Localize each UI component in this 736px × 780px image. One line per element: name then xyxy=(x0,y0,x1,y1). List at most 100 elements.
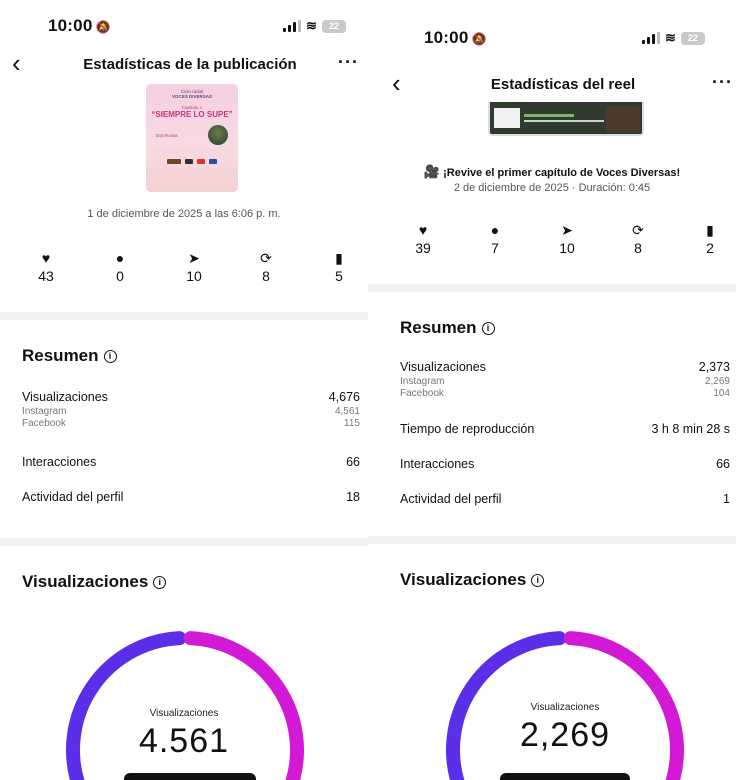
metric-share: ➤ 10 xyxy=(547,222,587,256)
sponsor-logo xyxy=(185,159,193,164)
wifi-icon: ≋ xyxy=(665,30,676,45)
sponsor-logo xyxy=(167,159,181,164)
bell-muted-icon: 🔕 xyxy=(95,20,111,34)
info-icon[interactable]: i xyxy=(103,350,117,363)
metric-value: 8 xyxy=(634,240,642,256)
reel-thumbnail[interactable] xyxy=(488,102,644,136)
thumbnail-headline: “SIEMPRE LO SUPE” xyxy=(151,110,233,119)
metric-bookmark: ▮ 2 xyxy=(690,222,730,256)
page-title: Estadísticas de la publicación xyxy=(83,56,297,73)
post-date: 1 de diciembre de 2025 a las 6:06 p. m. xyxy=(87,208,281,220)
signal-icon xyxy=(283,20,301,32)
gauge-value: 4.561 xyxy=(138,722,230,760)
metric-heart: ♥ 39 xyxy=(403,222,443,256)
signal-icon xyxy=(642,32,660,44)
profile-activity-label[interactable]: Actividad del perfil xyxy=(22,490,123,504)
metric-value: 2 xyxy=(706,240,714,256)
sponsor-logo xyxy=(209,159,217,164)
thumbnail-text xyxy=(524,114,574,117)
home-indicator xyxy=(124,773,256,780)
facebook-value: 104 xyxy=(713,388,730,399)
repost-icon: ⟳ xyxy=(260,250,272,266)
battery-icon: 22 xyxy=(321,19,346,33)
comment-icon: ● xyxy=(115,250,125,266)
views-label: Visualizaciones xyxy=(400,360,486,374)
more-options-button[interactable]: ··· xyxy=(338,52,359,73)
metric-bookmark: ▮ 5 xyxy=(319,250,359,284)
metric-value: 7 xyxy=(491,240,499,256)
share-icon: ➤ xyxy=(561,222,573,238)
section-divider xyxy=(368,536,736,544)
metric-comment: ● 0 xyxy=(100,250,140,284)
back-button[interactable]: ‹ xyxy=(12,50,21,76)
page-title: Estadísticas del reel xyxy=(490,76,636,93)
summary-title: Resumen i xyxy=(400,318,495,338)
metric-value: 5 xyxy=(335,268,343,284)
instagram-value: 4,561 xyxy=(334,406,360,417)
metric-value: 43 xyxy=(38,268,54,284)
status-icons: ≋ 22 xyxy=(642,30,705,46)
metric-value: 0 xyxy=(116,268,124,284)
instagram-label: Instagram xyxy=(400,376,445,387)
profile-activity-value: 18 xyxy=(346,490,360,504)
movie-camera-icon: 🎥 xyxy=(423,164,441,179)
facebook-label: Facebook xyxy=(400,388,444,399)
info-icon[interactable]: i xyxy=(153,576,167,589)
profile-activity-value: 1 xyxy=(723,492,730,506)
metric-share: ➤ 10 xyxy=(174,250,214,284)
post-thumbnail[interactable]: Ciclo radial VOCES DIVERSAS Capítulo 1 “… xyxy=(146,84,238,192)
reel-insights-screen: 10:00 🔕 ≋ 22 ‹ Estadísticas del reel ··· … xyxy=(368,0,736,780)
views-section-title: Visualizaciones i xyxy=(22,572,167,592)
instagram-label: Instagram xyxy=(22,406,67,417)
interactions-label[interactable]: Interacciones xyxy=(22,455,96,469)
status-time: 10:00 🔕 xyxy=(424,28,487,47)
metric-repost: ⟳ 8 xyxy=(618,222,658,256)
metric-value: 10 xyxy=(186,268,202,284)
status-time: 10:00 🔕 xyxy=(48,16,111,35)
views-label: Visualizaciones xyxy=(22,390,108,404)
interactions-value: 66 xyxy=(346,455,360,469)
metric-comment: ● 7 xyxy=(475,222,515,256)
post-insights-screen: 10:00 🔕 ≋ 22 ‹ Estadísticas de la publica… xyxy=(0,0,368,780)
battery-icon: 22 xyxy=(680,31,705,45)
status-icons: ≋ 22 xyxy=(283,18,346,34)
playtime-label: Tiempo de reproducción xyxy=(400,422,535,436)
chevron-left-icon: ‹ xyxy=(12,48,21,78)
bookmark-icon: ▮ xyxy=(706,222,714,238)
chevron-left-icon: ‹ xyxy=(392,68,401,98)
section-divider xyxy=(0,538,368,546)
wifi-icon: ≋ xyxy=(306,18,317,33)
facebook-value: 115 xyxy=(344,418,360,429)
interactions-value: 66 xyxy=(716,457,730,471)
heart-icon: ♥ xyxy=(418,222,428,238)
interactions-label[interactable]: Interacciones xyxy=(400,457,474,471)
metric-value: 39 xyxy=(415,240,431,256)
bookmark-icon: ▮ xyxy=(335,250,343,266)
thumbnail-logo xyxy=(494,108,520,128)
reel-caption: 🎥 ¡Revive el primer capítulo de Voces Di… xyxy=(423,164,681,179)
home-indicator xyxy=(500,773,630,780)
more-options-button[interactable]: ··· xyxy=(712,72,733,93)
views-section-title: Visualizaciones i xyxy=(400,570,545,590)
sponsor-logo xyxy=(197,159,205,164)
comment-icon: ● xyxy=(490,222,500,238)
profile-activity-label[interactable]: Actividad del perfil xyxy=(400,492,501,506)
section-divider xyxy=(368,284,736,292)
thumbnail-photo xyxy=(606,106,640,132)
views-value: 2,373 xyxy=(698,360,730,374)
metric-heart: ♥ 43 xyxy=(26,250,66,284)
info-icon[interactable]: i xyxy=(481,322,495,335)
info-icon[interactable]: i xyxy=(531,574,545,587)
thumbnail-text xyxy=(524,120,604,122)
reel-meta: 2 de diciembre de 2025 · Duración: 0:45 xyxy=(453,182,651,194)
back-button[interactable]: ‹ xyxy=(392,70,401,96)
thumbnail-program: VOCES DIVERSAS xyxy=(171,94,212,99)
views-gauge xyxy=(446,631,684,780)
guest-photo xyxy=(208,125,228,145)
metric-value: 10 xyxy=(559,240,575,256)
gauge-value: 2,269 xyxy=(519,716,611,754)
thumbnail-guest: Eva Rosas xyxy=(156,132,178,138)
instagram-value: 2,269 xyxy=(704,376,730,387)
share-icon: ➤ xyxy=(188,250,200,266)
metric-repost: ⟳ 8 xyxy=(246,250,286,284)
